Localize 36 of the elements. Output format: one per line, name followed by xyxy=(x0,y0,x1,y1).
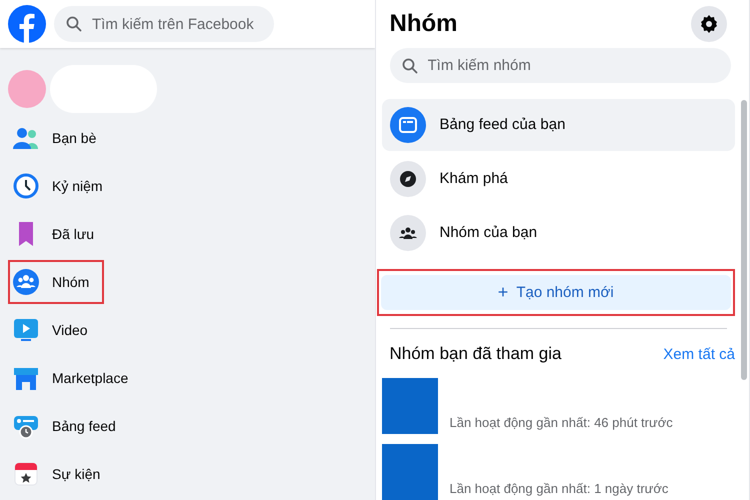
sidebar-item[interactable]: Sự kiện xyxy=(8,452,366,496)
sidebar-item[interactable]: Bảng feed xyxy=(8,404,366,448)
feed-icon xyxy=(398,114,418,135)
sidebar-item[interactable]: Marketplace xyxy=(8,356,366,400)
scrollbar[interactable] xyxy=(741,100,747,380)
search-icon xyxy=(66,16,82,32)
calendar-icon xyxy=(12,460,40,488)
sidebar-item[interactable]: Kỷ niệm xyxy=(8,164,366,208)
activity-text: Lần hoạt động gần nhất: 1 ngày trước xyxy=(450,481,668,498)
sidebar-item[interactable]: Đã lưu xyxy=(8,212,366,256)
group-icon xyxy=(12,268,40,296)
menu-item[interactable]: Nhóm của bạn xyxy=(382,206,735,259)
sidebar-item[interactable]: Bạn bè xyxy=(8,116,366,160)
section-heading: Nhóm bạn đã tham gia xyxy=(390,344,562,364)
sidebar-item[interactable]: Video xyxy=(8,308,366,352)
compass-icon xyxy=(398,168,418,189)
search-icon xyxy=(402,58,418,74)
search-field[interactable]: Tìm kiếm trên Facebook xyxy=(54,6,274,42)
menu-item[interactable]: Khám phá xyxy=(382,152,735,205)
panel-title: Nhóm xyxy=(390,10,458,38)
search-field[interactable]: Tìm kiếm nhóm xyxy=(390,48,731,83)
clock-icon xyxy=(12,172,40,200)
see-all-link[interactable]: Xem tất cả xyxy=(663,346,735,363)
create-group-button[interactable]: + Tạo nhóm mới xyxy=(380,274,731,310)
menu-item[interactable]: Bảng feed của bạn xyxy=(382,98,735,151)
sidebar-item[interactable]: Nhóm xyxy=(8,260,104,304)
settings-button[interactable] xyxy=(691,6,727,42)
settings-icon xyxy=(699,14,719,34)
search-input[interactable]: Tìm kiếm nhóm xyxy=(426,56,719,76)
avatar[interactable] xyxy=(8,70,46,108)
group-thumbnail[interactable] xyxy=(382,444,438,500)
search-input[interactable]: Tìm kiếm trên Facebook xyxy=(90,14,262,34)
activity-text: Lần hoạt động gần nhất: 46 phút trước xyxy=(450,415,673,432)
play-icon xyxy=(12,316,40,344)
group-thumbnail[interactable] xyxy=(382,378,438,434)
logo-icon[interactable] xyxy=(8,5,46,43)
